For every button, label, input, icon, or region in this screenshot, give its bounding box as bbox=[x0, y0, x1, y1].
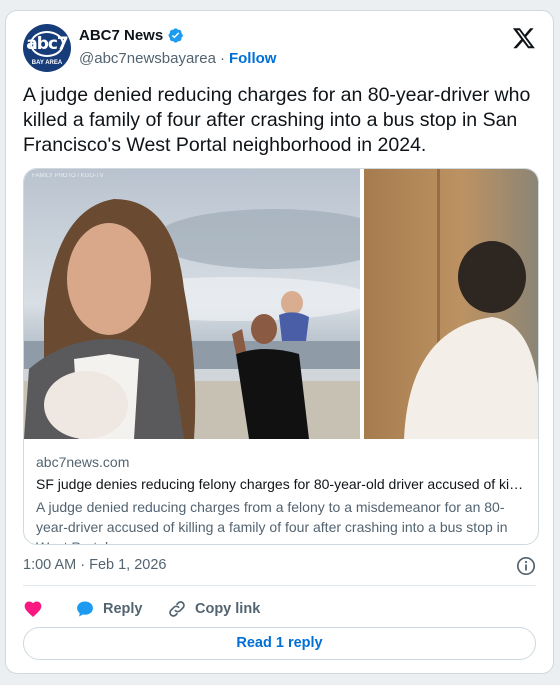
tweet-card: abc7 BAY AREA ABC7 News @abc7newsbayarea… bbox=[5, 10, 554, 674]
divider bbox=[23, 585, 536, 586]
avatar[interactable]: abc7 BAY AREA bbox=[23, 24, 71, 72]
reply-bubble-icon bbox=[77, 601, 93, 617]
tweet-text: A judge denied reducing charges for an 8… bbox=[23, 84, 531, 156]
handle-row: @abc7newsbayarea · Follow bbox=[79, 50, 276, 67]
reply-label: Reply bbox=[103, 601, 143, 617]
abc7-logo: abc7 bbox=[26, 34, 69, 54]
info-icon[interactable] bbox=[516, 556, 536, 576]
follow-button[interactable]: Follow bbox=[229, 50, 277, 67]
separator-dot: · bbox=[219, 50, 225, 67]
article-image[interactable]: FAMILY PHOTO / KGO-TV bbox=[24, 169, 539, 439]
avatar-caption: BAY AREA bbox=[31, 60, 63, 66]
account-handle[interactable]: @abc7newsbayarea bbox=[79, 50, 216, 67]
x-logo-icon[interactable] bbox=[512, 26, 536, 50]
link-domain[interactable]: abc7news.com bbox=[36, 454, 129, 470]
action-bar: Reply Copy link bbox=[23, 596, 260, 622]
heart-icon bbox=[24, 601, 42, 617]
copy-link-label: Copy link bbox=[195, 601, 261, 617]
link-description: A judge denied reducing charges from a f… bbox=[36, 499, 508, 544]
link-title[interactable]: SF judge denies reducing felony charges … bbox=[36, 476, 526, 492]
link-icon bbox=[169, 601, 185, 617]
link-preview-card[interactable]: FAMILY PHOTO / KGO-TV abc7news.com SF ju… bbox=[23, 168, 539, 545]
verified-badge-icon bbox=[168, 28, 183, 43]
tweet-timestamp[interactable]: 1:00 AM · Feb 1, 2026 bbox=[23, 557, 166, 573]
copy-link-button[interactable]: Copy link bbox=[167, 599, 260, 619]
account-name[interactable]: ABC7 News bbox=[79, 27, 163, 44]
photo-credit: FAMILY PHOTO / KGO-TV bbox=[32, 173, 104, 179]
read-reply-button[interactable]: Read 1 reply bbox=[23, 627, 536, 660]
like-button[interactable] bbox=[23, 599, 75, 619]
reply-button[interactable]: Reply bbox=[75, 599, 167, 619]
tweet-header: abc7 BAY AREA ABC7 News @abc7newsbayarea… bbox=[23, 24, 536, 72]
name-row: ABC7 News bbox=[79, 27, 184, 44]
